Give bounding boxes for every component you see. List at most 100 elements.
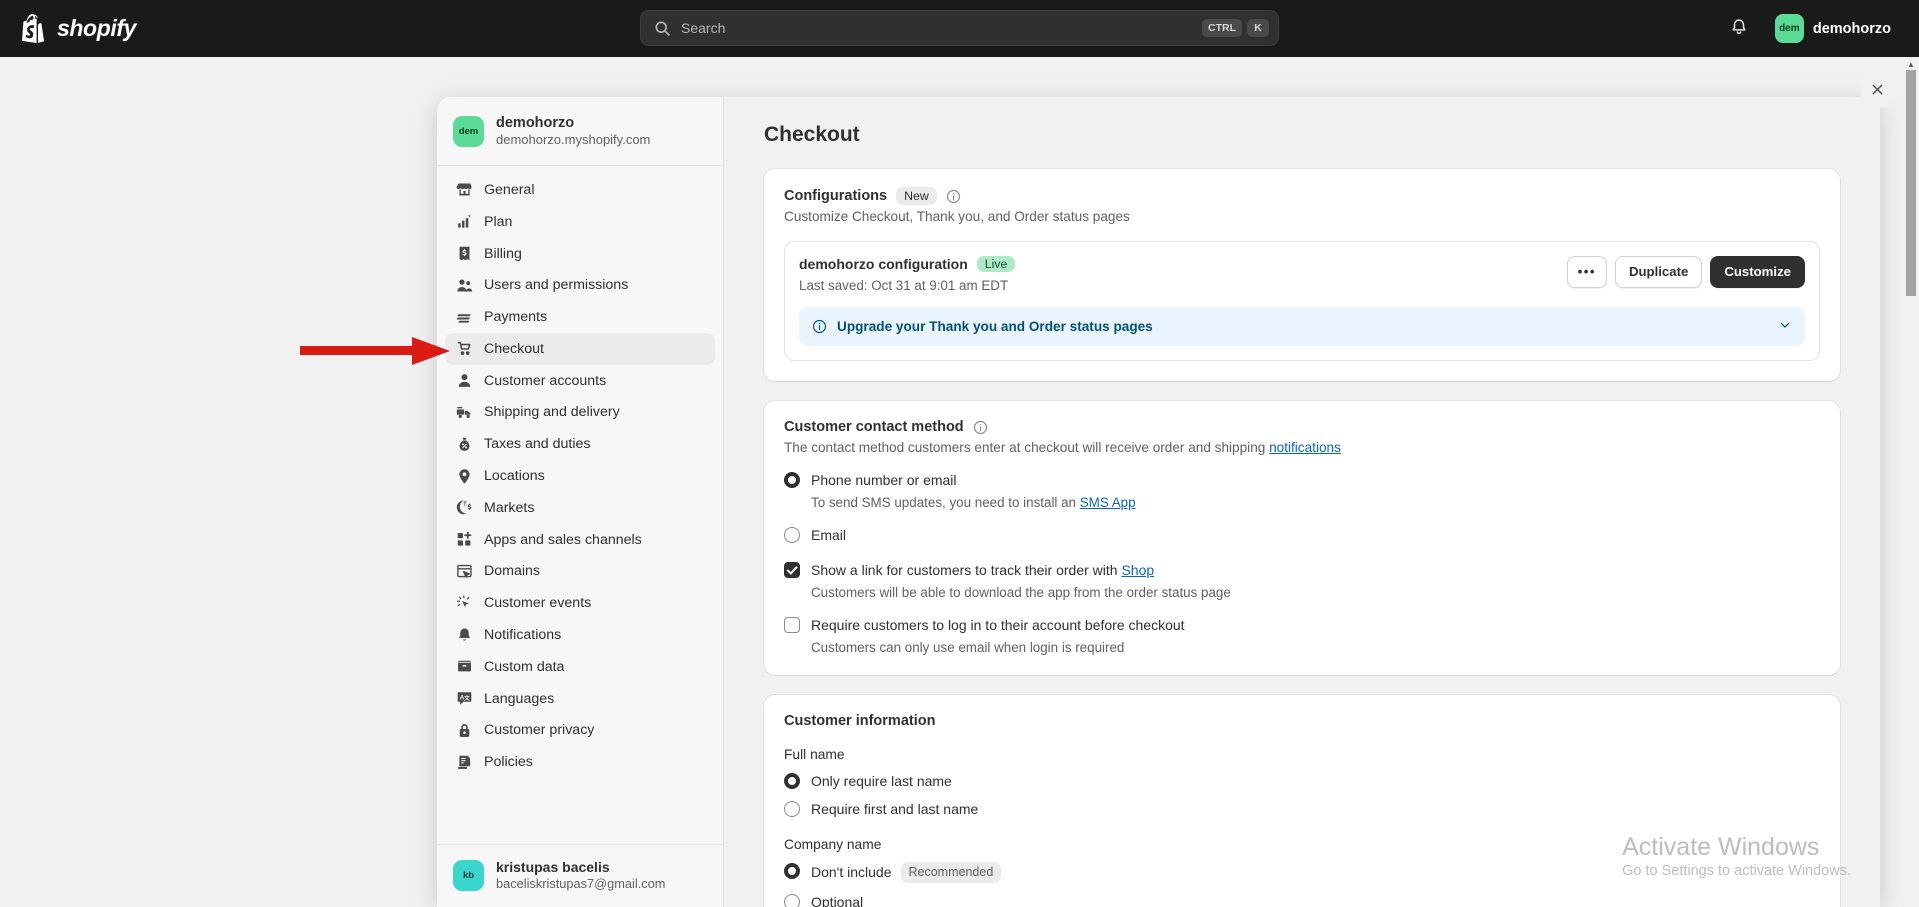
sidebar-item-payments[interactable]: Payments: [445, 301, 715, 333]
checkbox-help-text: Customers can only use email when login …: [811, 640, 1820, 655]
checkbox-control[interactable]: [784, 562, 800, 578]
global-search-bar[interactable]: CTRL K: [640, 10, 1279, 46]
checkbox-option-1[interactable]: Require customers to log in to their acc…: [784, 616, 1820, 635]
configurations-subtitle: Customize Checkout, Thank you, and Order…: [784, 209, 1820, 224]
checkbox-control[interactable]: [784, 617, 800, 633]
users-icon: [455, 276, 473, 294]
sidebar-item-locations[interactable]: Locations: [445, 460, 715, 492]
domain-window-icon: [455, 562, 473, 580]
upgrade-banner-text: Upgrade your Thank you and Order status …: [837, 319, 1768, 334]
sidebar-item-notifications[interactable]: Notifications: [445, 619, 715, 651]
sidebar-item-label: Locations: [484, 468, 545, 484]
checkbox-option-0[interactable]: Show a link for customers to track their…: [784, 561, 1820, 580]
sidebar-item-domains[interactable]: Domains: [445, 556, 715, 588]
sidebar-item-shipping-and-delivery[interactable]: Shipping and delivery: [445, 397, 715, 429]
sidebar-item-general[interactable]: General: [445, 174, 715, 206]
tax-money-bag-icon: [455, 435, 473, 453]
sidebar-item-billing[interactable]: Billing: [445, 238, 715, 270]
sidebar-item-taxes-and-duties[interactable]: Taxes and duties: [445, 428, 715, 460]
sidebar-item-checkout[interactable]: Checkout: [445, 333, 715, 365]
radio-option-only-require-last-name[interactable]: Only require last name: [784, 772, 1820, 791]
sidebar-item-markets[interactable]: Markets: [445, 492, 715, 524]
notifications-link[interactable]: notifications: [1269, 440, 1341, 455]
radio-label-wrap: Optional: [811, 893, 863, 907]
close-modal-button[interactable]: [1861, 75, 1893, 107]
sidebar-item-languages[interactable]: A文 Languages: [445, 683, 715, 715]
customer-information-groups: Full nameOnly require last nameRequire f…: [784, 747, 1820, 907]
radio-control[interactable]: [784, 801, 800, 817]
scroll-up-arrow-icon[interactable]: ▲: [1904, 58, 1918, 70]
radio-label: Phone number or email: [811, 471, 957, 490]
lock-icon: [455, 721, 473, 739]
sidebar-item-label: Languages: [484, 691, 554, 707]
sidebar-item-label: Customer accounts: [484, 373, 606, 389]
top-navigation-bar: shopify CTRL K dem demohorzo: [0, 0, 1919, 57]
search-icon: [654, 20, 671, 37]
annotation-arrow: [300, 335, 452, 367]
radio-control[interactable]: [784, 773, 800, 789]
sidebar-item-customer-events[interactable]: Customer events: [445, 587, 715, 619]
sidebar-item-label: Billing: [484, 246, 522, 262]
shop-link[interactable]: Shop: [1121, 562, 1154, 578]
sidebar-item-customer-accounts[interactable]: Customer accounts: [445, 365, 715, 397]
info-circle-icon[interactable]: [973, 420, 988, 435]
sms-app-link[interactable]: SMS App: [1080, 495, 1136, 510]
contact-method-checkboxes: Show a link for customers to track their…: [784, 561, 1820, 655]
radio-option-phone-number-or-email[interactable]: Phone number or email: [784, 471, 1820, 490]
customize-button[interactable]: Customize: [1710, 256, 1805, 288]
contact-method-description: The contact method customers enter at ch…: [784, 440, 1820, 455]
radio-option-don't-include[interactable]: Don't includeRecommended: [784, 862, 1820, 883]
radio-control[interactable]: [784, 527, 800, 543]
help-text: To send SMS updates, you need to install…: [811, 495, 1080, 510]
sidebar-item-label: Notifications: [484, 627, 561, 643]
sidebar-item-label: General: [484, 182, 534, 198]
sidebar-item-label: Domains: [484, 563, 540, 579]
kbd-k: K: [1247, 19, 1269, 38]
search-shortcut-hint: CTRL K: [1202, 19, 1269, 38]
duplicate-button[interactable]: Duplicate: [1615, 256, 1702, 288]
user-avatar: dem: [1775, 14, 1804, 43]
user-menu-button[interactable]: dem demohorzo: [1771, 10, 1901, 47]
translate-icon: A文: [455, 690, 473, 708]
delivery-truck-icon: [455, 403, 473, 421]
sidebar-item-label: Custom data: [484, 659, 564, 675]
radio-control[interactable]: [784, 472, 800, 488]
account-email: baceliskristupas7@gmail.com: [496, 876, 665, 893]
customer-information-card: Customer information Full nameOnly requi…: [764, 695, 1840, 907]
sidebar-item-label: Policies: [484, 754, 533, 770]
checkbox-label: Show a link for customers to track their…: [811, 561, 1154, 580]
radio-label: Only require last name: [811, 772, 952, 791]
radio-option-require-first-and-last-name[interactable]: Require first and last name: [784, 800, 1820, 819]
chevron-down-icon[interactable]: [1778, 318, 1792, 335]
more-actions-button[interactable]: •••: [1567, 256, 1607, 288]
shopify-brand[interactable]: shopify: [22, 14, 136, 43]
search-input[interactable]: [681, 20, 1202, 36]
radio-control[interactable]: [784, 863, 800, 879]
bar-chart-icon: [455, 213, 473, 231]
store-avatar: dem: [453, 116, 484, 147]
page-scrollbar[interactable]: ▲: [1904, 58, 1918, 907]
sidebar-item-plan[interactable]: Plan: [445, 206, 715, 238]
page-title: Checkout: [764, 123, 1840, 147]
shopify-wordmark: shopify: [57, 15, 136, 42]
sidebar-item-label: Customer privacy: [484, 722, 594, 738]
sidebar-account-footer[interactable]: kb kristupas bacelis baceliskristupas7@g…: [437, 844, 723, 907]
sidebar-item-customer-privacy[interactable]: Customer privacy: [445, 715, 715, 747]
radio-help-text: To send SMS updates, you need to install…: [811, 495, 1820, 510]
upgrade-banner[interactable]: Upgrade your Thank you and Order status …: [799, 307, 1805, 346]
sidebar-store-header[interactable]: dem demohorzo demohorzo.myshopify.com: [437, 97, 723, 166]
checkbox-label-text: Show a link for customers to track their…: [811, 562, 1121, 578]
notifications-button[interactable]: [1723, 13, 1755, 45]
radio-label: Require first and last name: [811, 800, 978, 819]
radio-option-email[interactable]: Email: [784, 526, 1820, 545]
sidebar-item-users-and-permissions[interactable]: Users and permissions: [445, 269, 715, 301]
close-icon: [1870, 82, 1885, 100]
radio-control[interactable]: [784, 894, 800, 907]
info-circle-icon[interactable]: [946, 189, 961, 204]
sidebar-item-apps-and-sales-channels[interactable]: Apps and sales channels: [445, 524, 715, 556]
radio-option-optional[interactable]: Optional: [784, 893, 1820, 907]
sidebar-item-label: Plan: [484, 214, 512, 230]
sidebar-item-policies[interactable]: Policies: [445, 746, 715, 778]
scrollbar-thumb[interactable]: [1906, 70, 1916, 296]
sidebar-item-custom-data[interactable]: Custom data: [445, 651, 715, 683]
